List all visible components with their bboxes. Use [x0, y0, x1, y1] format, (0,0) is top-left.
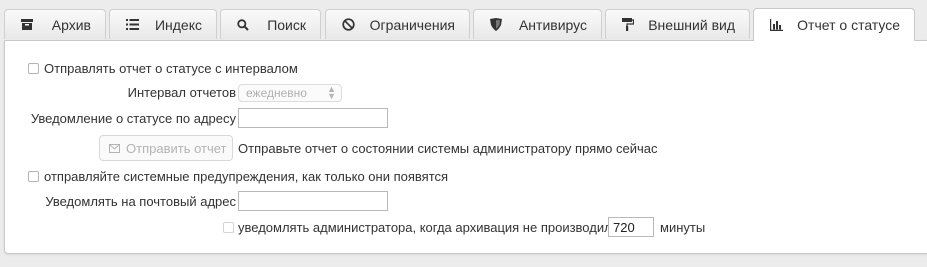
- tab-label: Индекс: [154, 16, 202, 33]
- send-warnings-checkbox[interactable]: [28, 171, 39, 182]
- send-interval-label: Отправлять отчет о статусе с интервалом: [44, 61, 298, 76]
- notify-address-label: Уведомление о статусе по адресу: [30, 111, 236, 126]
- tab-label: Антивирус: [518, 16, 587, 33]
- tab-search[interactable]: Поиск: [220, 9, 321, 39]
- chevron-up-down-icon: ▲ ▼: [327, 84, 336, 101]
- ban-icon: [340, 17, 356, 33]
- notify-address-input[interactable]: [238, 108, 388, 128]
- minutes-label: минуты: [660, 220, 706, 235]
- send-interval-checkbox[interactable]: [28, 63, 39, 74]
- notify-email-input[interactable]: [238, 191, 388, 211]
- tab-index[interactable]: Индекс: [109, 9, 217, 39]
- status-report-panel: Отправлять отчет о статусе с интервалом …: [4, 40, 927, 254]
- archive-notify-label: уведомлять администратора, когда архивац…: [238, 220, 633, 235]
- tab-label: Отчет о статусе: [797, 17, 900, 33]
- list-icon: [124, 17, 140, 33]
- shield-icon: [488, 17, 504, 33]
- tab-appearance[interactable]: Внешний вид: [605, 9, 750, 39]
- archive-notify-checkbox[interactable]: [223, 222, 234, 233]
- tab-bar: Архив Индекс Поиск Ограничения Антивирус…: [0, 0, 927, 41]
- tab-label: Поиск: [267, 16, 306, 33]
- archive-icon: [19, 17, 35, 33]
- send-now-text: Отправьте отчет о состоянии системы адми…: [238, 141, 658, 156]
- send-warnings-label: отправляйте системные предупреждения, ка…: [44, 169, 449, 184]
- paint-roller-icon: [620, 17, 636, 33]
- notify-email-label: Уведомлять на почтовый адрес: [45, 194, 236, 209]
- tab-status-report[interactable]: Отчет о статусе: [753, 8, 915, 41]
- envelope-icon: [109, 143, 120, 153]
- interval-select[interactable]: ежедневно ▲ ▼: [238, 84, 342, 102]
- search-icon: [235, 17, 251, 33]
- send-report-button[interactable]: Отправить отчет: [99, 135, 233, 161]
- interval-label: Интервал отчетов: [127, 85, 236, 100]
- tab-archive[interactable]: Архив: [4, 9, 106, 39]
- tab-label: Архив: [51, 16, 91, 33]
- bar-chart-icon: [768, 17, 784, 33]
- tab-label: Внешний вид: [648, 16, 735, 33]
- interval-select-value: ежедневно: [246, 86, 307, 100]
- archive-minutes-input[interactable]: [608, 217, 654, 237]
- tab-restrictions[interactable]: Ограничения: [325, 9, 470, 39]
- tab-label: Ограничения: [369, 16, 455, 33]
- send-report-button-label: Отправить отчет: [126, 140, 227, 156]
- tab-antivirus[interactable]: Антивирус: [473, 9, 602, 39]
